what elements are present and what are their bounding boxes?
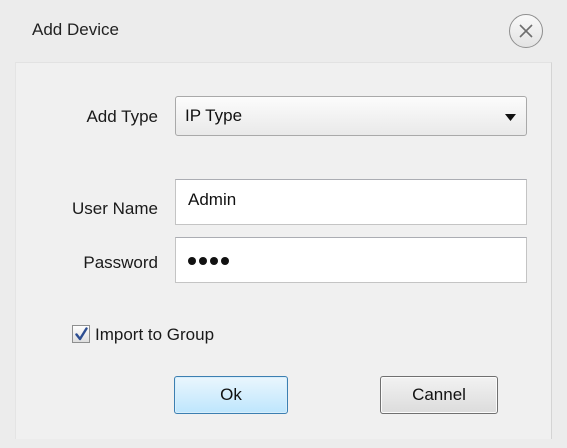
password-label: Password bbox=[83, 253, 158, 272]
cancel-button[interactable]: Cannel bbox=[380, 376, 498, 414]
password-field[interactable] bbox=[175, 237, 527, 283]
username-value: Admin bbox=[188, 190, 237, 209]
dropdown-arrow-icon bbox=[505, 114, 516, 121]
password-dot bbox=[199, 257, 207, 265]
import-to-group-checkbox[interactable] bbox=[72, 325, 90, 343]
add-type-select[interactable]: IP Type bbox=[175, 96, 527, 136]
username-field[interactable]: Admin bbox=[175, 179, 527, 225]
close-x-icon bbox=[519, 24, 533, 38]
import-to-group-label[interactable]: Import to Group bbox=[95, 325, 214, 345]
add-device-dialog: Add Device Add Type IP Type User Name Ad… bbox=[0, 0, 567, 448]
password-dot bbox=[221, 257, 229, 265]
password-dot bbox=[188, 257, 196, 265]
dialog-bottom-edge bbox=[0, 439, 567, 448]
checkmark-icon bbox=[75, 327, 88, 341]
add-type-label: Add Type bbox=[86, 107, 158, 126]
title-bar: Add Device bbox=[0, 0, 567, 62]
add-type-value: IP Type bbox=[185, 106, 243, 125]
password-dot bbox=[210, 257, 218, 265]
username-label: User Name bbox=[72, 199, 158, 218]
password-mask bbox=[188, 257, 229, 265]
close-button[interactable] bbox=[509, 14, 543, 48]
ok-button[interactable]: Ok bbox=[174, 376, 288, 414]
dialog-title: Add Device bbox=[32, 20, 119, 39]
